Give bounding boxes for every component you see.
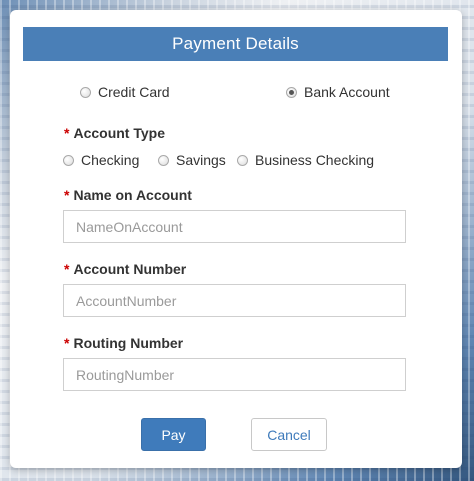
account-type-business-checking[interactable]: Business Checking xyxy=(237,152,374,168)
routing-number-label: * Routing Number xyxy=(64,335,184,351)
name-on-account-input[interactable] xyxy=(63,210,406,243)
required-marker: * xyxy=(64,261,70,277)
savings-radio[interactable] xyxy=(158,154,169,166)
savings-label: Savings xyxy=(176,152,226,168)
business-checking-label: Business Checking xyxy=(255,152,375,168)
business-checking-radio[interactable] xyxy=(237,154,248,166)
account-number-input[interactable] xyxy=(63,284,406,317)
payment-method-credit-card[interactable]: Credit Card xyxy=(80,84,170,100)
bank-account-label: Bank Account xyxy=(304,84,390,100)
account-type-label: * Account Type xyxy=(64,125,165,141)
routing-number-input[interactable] xyxy=(63,358,406,391)
cancel-button[interactable]: Cancel xyxy=(251,418,327,451)
account-type-checking[interactable]: Checking xyxy=(63,152,139,168)
checking-radio[interactable] xyxy=(63,154,74,166)
required-marker: * xyxy=(64,187,70,203)
required-marker: * xyxy=(64,125,70,141)
pay-button[interactable]: Pay xyxy=(141,418,206,451)
payment-details-dialog: Payment Details Credit Card Bank Account… xyxy=(10,10,462,468)
required-marker: * xyxy=(64,335,70,351)
name-on-account-label: * Name on Account xyxy=(64,187,192,203)
dialog-title: Payment Details xyxy=(172,34,299,53)
account-number-label: * Account Number xyxy=(64,261,187,277)
credit-card-label: Credit Card xyxy=(98,84,170,100)
credit-card-radio[interactable] xyxy=(80,86,91,98)
payment-method-bank-account[interactable]: Bank Account xyxy=(286,84,390,100)
bank-account-radio[interactable] xyxy=(286,86,297,98)
dialog-header: Payment Details xyxy=(23,27,448,61)
account-type-savings[interactable]: Savings xyxy=(158,152,226,168)
checking-label: Checking xyxy=(81,152,140,168)
